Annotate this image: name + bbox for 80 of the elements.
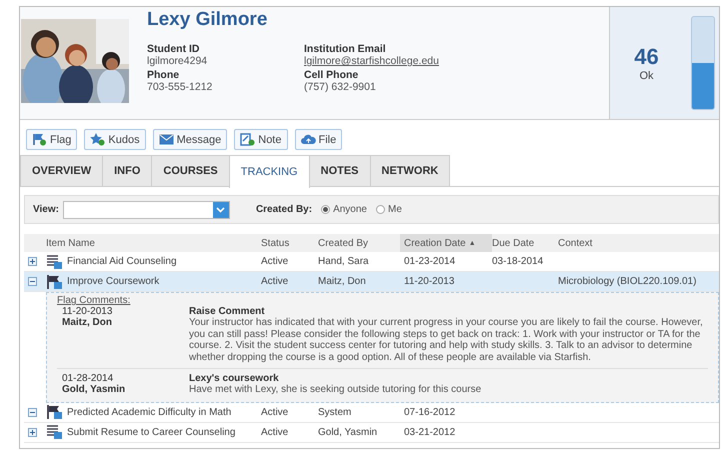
- table-cell-text: Active: [261, 426, 290, 438]
- radio-button[interactable]: [321, 205, 330, 214]
- table-cell-text: Gold, Yasmin: [318, 426, 378, 438]
- score-label: Ok: [639, 70, 654, 82]
- table-cell-text: 03-21-2012: [404, 426, 456, 438]
- flag-plus-icon: [32, 133, 47, 146]
- column-header[interactable]: Context: [558, 238, 719, 248]
- item-name[interactable]: Improve Coursework: [67, 276, 160, 287]
- collapse-toggle[interactable]: [28, 408, 37, 416]
- radio-button[interactable]: [376, 205, 385, 214]
- note-button[interactable]: Note: [234, 129, 288, 150]
- minus-icon: [30, 279, 35, 284]
- comment-title: Lexy's coursework: [189, 373, 280, 384]
- cloud-upload-icon: [300, 134, 316, 145]
- table-cell-text: 11-20-2013: [404, 276, 456, 287]
- table-cell-text: 01-23-2014: [404, 256, 456, 267]
- table-cell-text: Maitz, Don: [318, 276, 367, 287]
- envelope-icon: [158, 134, 174, 145]
- student-name: Lexy Gilmore: [147, 9, 268, 31]
- radio-label[interactable]: Me: [388, 204, 402, 215]
- plus-icon: [30, 430, 35, 434]
- field-value: (757) 632-9901: [304, 81, 377, 93]
- flag-button[interactable]: Flag: [26, 129, 78, 150]
- field-label: Cell Phone: [304, 69, 360, 81]
- tab[interactable]: NOTES: [308, 155, 371, 186]
- item-name[interactable]: Predicted Academic Difficulty in Math: [67, 406, 232, 418]
- message-button[interactable]: Message: [152, 129, 228, 150]
- score-value: 46: [634, 44, 659, 70]
- column-header[interactable]: Status: [261, 238, 318, 248]
- expand-toggle[interactable]: [28, 257, 37, 266]
- expand-toggle[interactable]: [28, 428, 37, 436]
- table-cell-text: Active: [261, 256, 290, 267]
- comments-title: Flag Comments:: [57, 295, 132, 306]
- flag-icon: [46, 404, 63, 420]
- file-button[interactable]: File: [294, 129, 342, 150]
- tab[interactable]: NETWORK: [370, 155, 450, 186]
- radio-label[interactable]: Anyone: [333, 204, 367, 215]
- collapse-toggle[interactable]: [28, 277, 37, 286]
- table-cell-text: Microbiology (BIOL220.109.01): [558, 276, 698, 287]
- comment-author: Maitz, Don: [62, 317, 113, 328]
- kudos-button[interactable]: Kudos: [84, 129, 146, 150]
- item-name[interactable]: Financial Aid Counseling: [67, 256, 177, 267]
- note-plus-icon: [240, 133, 256, 146]
- comment-text: Have met with Lexy, she is seeking outside tutoring for this course: [189, 384, 482, 396]
- view-label: View:: [33, 204, 59, 215]
- comment-author: Gold, Yasmin: [62, 384, 126, 395]
- task-list-icon: [46, 254, 63, 270]
- table-cell-text: Active: [261, 406, 290, 418]
- star-plus-icon: [90, 133, 106, 146]
- table-cell-text: Active: [261, 276, 290, 287]
- field-label: Phone: [147, 69, 180, 81]
- column-header[interactable]: Due Date: [492, 238, 558, 248]
- column-header[interactable]: Created By: [318, 238, 404, 248]
- comment-date: 01-28-2014: [62, 373, 114, 384]
- table-cell-text: 03-18-2014: [492, 256, 544, 267]
- minus-icon: [30, 410, 35, 414]
- tab[interactable]: TRACKING: [228, 155, 310, 188]
- field-label: Student ID: [147, 43, 200, 55]
- column-header[interactable]: Item Name: [46, 238, 261, 248]
- item-name[interactable]: Submit Resume to Career Counseling: [67, 426, 236, 438]
- table-cell-text: Hand, Sara: [318, 256, 370, 267]
- tab[interactable]: COURSES: [151, 155, 230, 186]
- plus-icon: [30, 259, 35, 264]
- tab[interactable]: OVERVIEW: [20, 155, 104, 186]
- tab[interactable]: INFO: [102, 155, 152, 186]
- comment-date: 11-20-2013: [62, 306, 114, 317]
- column-header[interactable]: Creation Date: [404, 238, 466, 248]
- table-cell-text: System: [318, 406, 352, 418]
- created-by-label: Created By:: [256, 204, 312, 215]
- view-dropdown[interactable]: [62, 200, 230, 218]
- flag-icon: [46, 274, 63, 290]
- comment-text: Your instructor has indicated that with your current progress in your course you are likely to fail the course. However, you can still pass! Please consider the following steps to get back on track: 1. Work with your instructor or TA for the course. 2. Visit the student success center for tutoring and help with study skills. 3. Talk to an advisor to determine whether dropping the course is a good option. All of these people are available via Starfish.: [189, 317, 704, 363]
- table-cell-text: 07-16-2012: [404, 406, 456, 418]
- email-link[interactable]: lgilmore@starfishcollege.edu: [304, 55, 609, 67]
- field-label: Institution Email: [304, 43, 387, 55]
- field-value: lgilmore4294: [147, 55, 208, 67]
- task-list-icon: [46, 424, 63, 440]
- chevron-down-icon: [216, 206, 226, 212]
- comment-title: Raise Comment: [189, 306, 266, 317]
- field-value: 703-555-1212: [147, 81, 214, 93]
